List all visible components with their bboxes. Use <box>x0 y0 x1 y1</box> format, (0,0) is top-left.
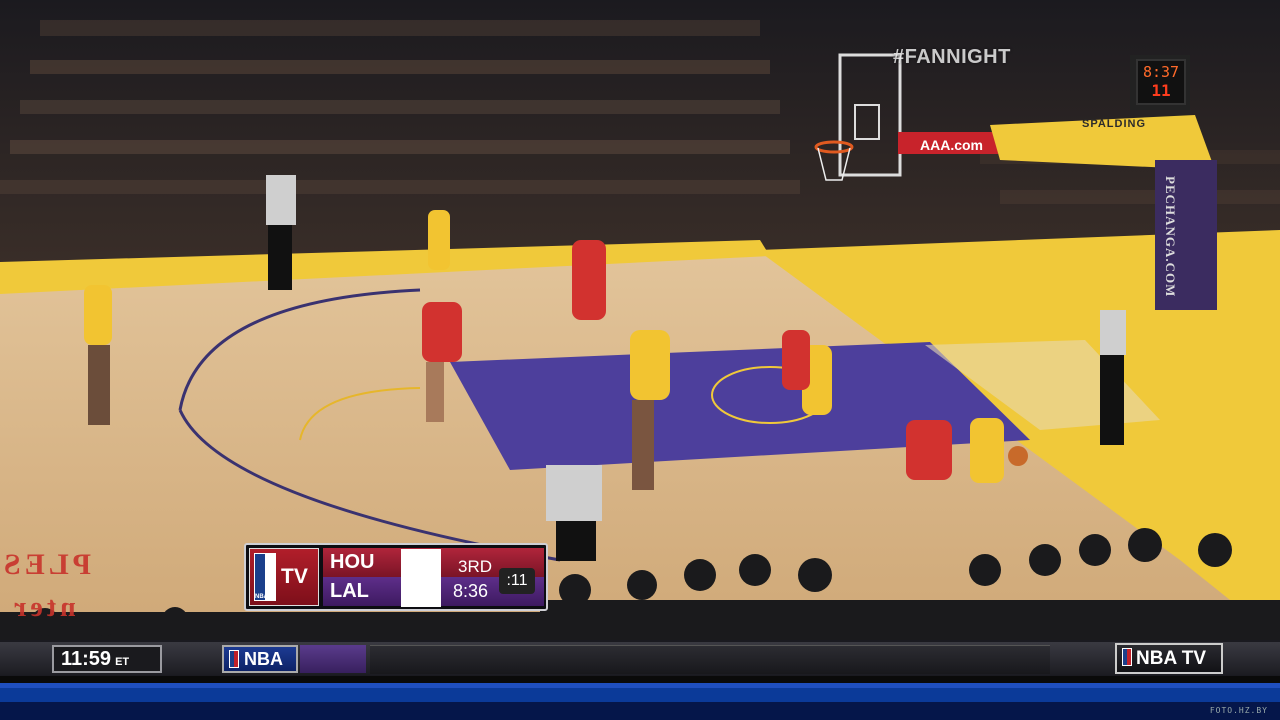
shot-clock: :11 <box>499 568 535 594</box>
network-small-label: NBA <box>255 594 268 600</box>
score-box <box>401 549 441 607</box>
ticker-timezone: ET <box>115 656 130 668</box>
broadcast-frame: #FANNIGHT 8:37 11 AAA.com SPALDING PECHA… <box>0 0 1280 640</box>
game-clock: 8:36 <box>453 581 489 601</box>
basketball <box>1008 446 1028 466</box>
arena-shot-clock: 8:37 11 <box>1136 59 1186 105</box>
nba-tv-channel-logo: NBA TV <box>1115 643 1223 674</box>
aaa-banner-text: AAA.com <box>920 137 984 153</box>
home-team-name: HOU <box>330 551 375 573</box>
court-scene <box>0 0 1280 640</box>
game-period: 3RD <box>458 557 493 576</box>
ticker-team-color-block <box>300 645 366 673</box>
nba-tv-scorebug-logo: TV NBA <box>249 548 319 606</box>
spalding-text: SPALDING <box>1082 118 1147 130</box>
network-label: TV <box>281 565 308 588</box>
ticker-time: 11:59 <box>61 648 112 670</box>
floor-logo-text-2: nter <box>10 592 76 623</box>
scorebug: TV NBA HOU LAL 3RD 8:36 :11 <box>244 543 548 611</box>
ticker-feed <box>370 645 1050 674</box>
ticker-nba-logo: NBA <box>222 645 298 673</box>
arena-shot-seconds: 11 <box>1151 81 1171 100</box>
floor-logo-text-1: PLES <box>0 548 92 581</box>
fannight-hashtag: #FANNIGHT <box>893 46 1011 68</box>
arena-game-time: 8:37 <box>1142 63 1180 81</box>
pechanga-text: PECHANGA.COM <box>1163 176 1178 298</box>
ticker-clock: 11:59 ET <box>52 645 162 673</box>
watermark: FOTO.HZ.BY <box>1209 706 1268 715</box>
bottom-ticker: 11:59 ET NBA NBA TV <box>0 640 1280 720</box>
away-team-name: LAL <box>330 580 369 602</box>
